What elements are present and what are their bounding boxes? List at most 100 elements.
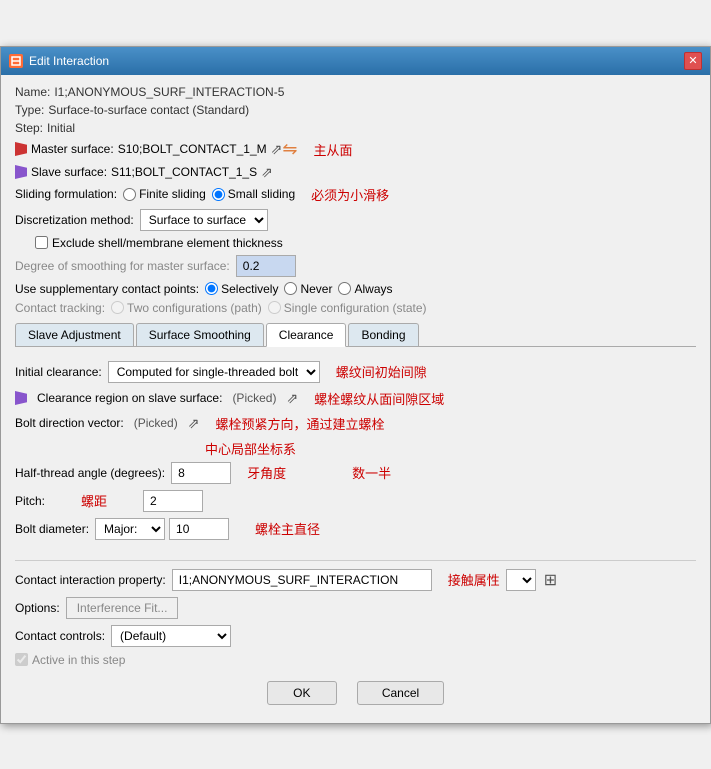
- initial-clearance-annotation: 螺纹间初始间隙: [336, 362, 427, 381]
- contact-property-edit-icon[interactable]: ⊞: [544, 570, 557, 590]
- contact-points-label: Use supplementary contact points:: [15, 282, 199, 296]
- bolt-diameter-group: Major:: [95, 518, 229, 540]
- button-row: OK Cancel: [15, 675, 696, 713]
- type-value: Surface-to-surface contact (Standard): [48, 103, 249, 117]
- ok-button[interactable]: OK: [267, 681, 337, 705]
- slave-surface-select-icon[interactable]: ⇗: [261, 164, 273, 181]
- selectively-radio-input[interactable]: [205, 282, 218, 295]
- tab-clearance[interactable]: Clearance: [266, 323, 347, 347]
- clearance-tab-content: Initial clearance: Computed for single-t…: [15, 355, 696, 552]
- master-surface-label: Master surface:: [31, 142, 114, 156]
- title-bar: Edit Interaction ✕: [1, 47, 710, 75]
- bolt-diameter-annotation: 螺栓主直径: [255, 519, 320, 538]
- initial-clearance-select[interactable]: Computed for single-threaded bolt: [108, 361, 320, 383]
- slave-surface-row: Slave surface: S11;BOLT_CONTACT_1_S ⇗: [15, 164, 696, 181]
- contact-property-row: Contact interaction property: 接触属性 ▼ ⊞: [15, 569, 696, 591]
- small-sliding-radio-input[interactable]: [212, 188, 225, 201]
- tab-slave-adjustment[interactable]: Slave Adjustment: [15, 323, 134, 346]
- master-surface-value: S10;BOLT_CONTACT_1_M: [118, 142, 267, 156]
- tracking-single-radio: Single configuration (state): [268, 301, 427, 315]
- always-radio-input[interactable]: [338, 282, 351, 295]
- exclude-checkbox-row: Exclude shell/membrane element thickness: [35, 236, 696, 250]
- master-slave-icon: ⇋: [282, 139, 297, 160]
- bolt-direction-select-icon[interactable]: ⇗: [188, 415, 200, 432]
- step-row: Step: Initial: [15, 121, 696, 135]
- discretization-row: Discretization method: Surface to surfac…: [15, 209, 696, 231]
- sliding-small-radio[interactable]: Small sliding: [212, 187, 295, 201]
- half-thread-label: Half-thread angle (degrees):: [15, 466, 165, 480]
- bolt-diameter-type-select[interactable]: Major:: [95, 518, 165, 540]
- pitch-annotation: 螺距: [81, 491, 107, 510]
- active-step-row: Active in this step: [15, 653, 696, 667]
- bolt-direction-label: Bolt direction vector:: [15, 416, 124, 430]
- tracking-two-radio: Two configurations (path): [111, 301, 262, 315]
- two-config-radio-input: [111, 301, 124, 314]
- contact-always-radio[interactable]: Always: [338, 282, 392, 296]
- sliding-annotation: 必须为小滑移: [311, 185, 389, 204]
- slave-surface-label: Slave surface:: [31, 165, 107, 179]
- bolt-direction-annotation2: 中心局部坐标系: [205, 442, 296, 457]
- small-sliding-label: Small sliding: [228, 187, 295, 201]
- bolt-diameter-input[interactable]: [169, 518, 229, 540]
- tabs: Slave Adjustment Surface Smoothing Clear…: [15, 323, 696, 347]
- active-step-checkbox: [15, 653, 28, 666]
- exclude-checkbox[interactable]: [35, 236, 48, 249]
- name-value: I1;ANONYMOUS_SURF_INTERACTION-5: [54, 85, 284, 99]
- discretization-label: Discretization method:: [15, 213, 134, 227]
- half-thread-row: Half-thread angle (degrees): 牙角度 数一半: [15, 462, 696, 484]
- tab-bonding[interactable]: Bonding: [348, 323, 418, 346]
- title-bar-left: Edit Interaction: [9, 54, 109, 68]
- bolt-direction-annotation2-row: 中心局部坐标系: [195, 439, 696, 458]
- clearance-region-select-icon[interactable]: ⇗: [286, 390, 298, 407]
- bolt-diameter-label: Bolt diameter:: [15, 522, 89, 536]
- always-label: Always: [354, 282, 392, 296]
- name-row: Name: I1;ANONYMOUS_SURF_INTERACTION-5: [15, 85, 696, 99]
- contact-never-radio[interactable]: Never: [284, 282, 332, 296]
- step-label: Step:: [15, 121, 43, 135]
- discretization-select[interactable]: Surface to surface Node to surface: [140, 209, 268, 231]
- clearance-region-icon: [15, 391, 27, 405]
- controls-select[interactable]: (Default): [111, 625, 231, 647]
- master-surface-select-icon[interactable]: ⇗: [271, 141, 283, 158]
- contact-property-select[interactable]: ▼: [506, 569, 536, 591]
- bolt-diameter-row: Bolt diameter: Major: 螺栓主直径: [15, 518, 696, 540]
- contact-property-label: Contact interaction property:: [15, 573, 166, 587]
- bolt-direction-annotation: 螺栓预紧方向，通过建立螺栓: [215, 414, 384, 433]
- contact-property-input[interactable]: [172, 569, 432, 591]
- interference-fit-button[interactable]: Interference Fit...: [66, 597, 179, 619]
- cancel-button[interactable]: Cancel: [357, 681, 444, 705]
- pitch-row: Pitch: 螺距: [15, 490, 696, 512]
- close-button[interactable]: ✕: [684, 52, 702, 70]
- clearance-region-row: Clearance region on slave surface: (Pick…: [15, 389, 696, 408]
- smoothing-label: Degree of smoothing for master surface:: [15, 259, 230, 273]
- master-surface-row: Master surface: S10;BOLT_CONTACT_1_M ⇗ ⇋…: [15, 139, 696, 160]
- slave-surface-icon: [15, 165, 27, 179]
- window-title: Edit Interaction: [29, 54, 109, 68]
- single-config-radio-input: [268, 301, 281, 314]
- selectively-label: Selectively: [221, 282, 278, 296]
- separator1: [15, 560, 696, 561]
- pitch-input[interactable]: [143, 490, 203, 512]
- half-thread-input[interactable]: [171, 462, 231, 484]
- two-config-label: Two configurations (path): [127, 301, 262, 315]
- exclude-label: Exclude shell/membrane element thickness: [52, 236, 283, 250]
- sliding-finite-radio[interactable]: Finite sliding: [123, 187, 206, 201]
- options-label: Options:: [15, 601, 60, 615]
- pitch-label: Pitch:: [15, 494, 45, 508]
- content-area: Name: I1;ANONYMOUS_SURF_INTERACTION-5 Ty…: [1, 75, 710, 723]
- step-value: Initial: [47, 121, 75, 135]
- never-radio-input[interactable]: [284, 282, 297, 295]
- sliding-label: Sliding formulation:: [15, 187, 117, 201]
- contact-selectively-radio[interactable]: Selectively: [205, 282, 278, 296]
- tab-surface-smoothing[interactable]: Surface Smoothing: [136, 323, 264, 346]
- type-label: Type:: [15, 103, 44, 117]
- clearance-region-value: (Picked): [232, 391, 276, 405]
- bolt-direction-row: Bolt direction vector: (Picked) ⇗ 螺栓预紧方向…: [15, 414, 696, 433]
- master-surface-icon: [15, 142, 27, 156]
- smoothing-input[interactable]: [236, 255, 296, 277]
- type-row: Type: Surface-to-surface contact (Standa…: [15, 103, 696, 117]
- contact-tracking-row: Contact tracking: Two configurations (pa…: [15, 301, 696, 315]
- sliding-row: Sliding formulation: Finite sliding Smal…: [15, 185, 696, 204]
- finite-sliding-radio-input[interactable]: [123, 188, 136, 201]
- name-label: Name:: [15, 85, 50, 99]
